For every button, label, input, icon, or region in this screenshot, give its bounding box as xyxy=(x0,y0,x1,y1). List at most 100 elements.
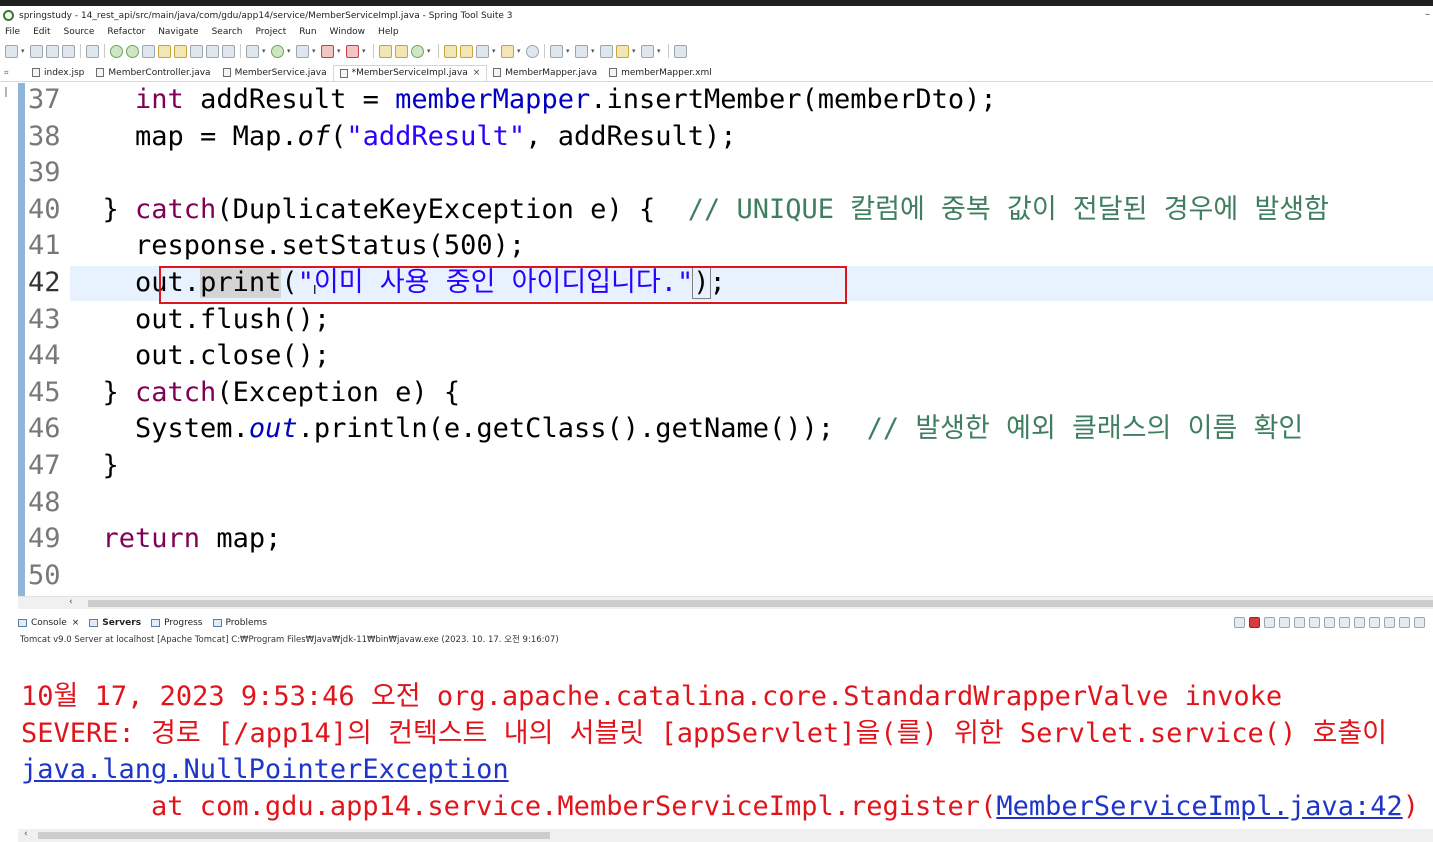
skip-breakpoints-icon[interactable] xyxy=(86,44,99,58)
editor-tab[interactable]: *MemberServiceImpl.java × xyxy=(332,64,488,81)
editor-tab[interactable]: index.jsp xyxy=(26,65,90,81)
menu-source[interactable]: Source xyxy=(64,27,95,37)
editor-tab[interactable]: MemberController.java xyxy=(90,65,216,81)
code-editor[interactable]: 37 int addResult = memberMapper.insertMe… xyxy=(0,83,1433,596)
chevron-down-icon[interactable]: ▾ xyxy=(262,47,268,55)
menu-project[interactable]: Project xyxy=(255,27,286,37)
show-on-output-icon[interactable] xyxy=(1339,617,1350,628)
scroll-left-icon[interactable]: ‹ xyxy=(69,597,73,607)
scroll-left-icon[interactable]: ‹ xyxy=(24,829,28,839)
code-line: 38 map = Map.of("addResult", addResult); xyxy=(0,119,1433,156)
refresh-icon[interactable] xyxy=(1234,617,1245,628)
line-number: 47 xyxy=(28,450,61,481)
menu-file[interactable]: File xyxy=(5,27,20,37)
globe-icon[interactable] xyxy=(526,44,539,58)
menu-run[interactable]: Run xyxy=(299,27,316,37)
menu-search[interactable]: Search xyxy=(212,27,243,37)
paragraph-icon[interactable] xyxy=(222,44,235,58)
new-package-icon[interactable] xyxy=(379,44,392,58)
editor-tab[interactable]: MemberService.java xyxy=(217,65,333,81)
scrollbar-thumb[interactable] xyxy=(88,600,1433,607)
code-text: return map; xyxy=(70,521,282,558)
chevron-down-icon[interactable]: ▾ xyxy=(657,47,663,55)
code-line: 46 System.out.println(e.getClass().getNa… xyxy=(0,411,1433,448)
menu-edit[interactable]: Edit xyxy=(33,27,50,37)
chevron-down-icon[interactable]: ▾ xyxy=(591,47,597,55)
file-icon xyxy=(32,68,40,77)
editor-horizontal-scrollbar[interactable]: ‹ xyxy=(18,596,1433,609)
forward-icon[interactable] xyxy=(641,44,654,58)
stop-icon[interactable] xyxy=(321,44,334,58)
debug-icon[interactable] xyxy=(246,44,259,58)
menu-refactor[interactable]: Refactor xyxy=(107,27,145,37)
menu-navigate[interactable]: Navigate xyxy=(158,27,198,37)
clear-console-icon[interactable] xyxy=(1294,617,1305,628)
open-folder-icon[interactable] xyxy=(460,44,473,58)
wand-icon[interactable] xyxy=(174,44,187,58)
maximize-view-icon[interactable] xyxy=(1414,617,1425,628)
chevron-down-icon[interactable]: ▾ xyxy=(566,47,572,55)
external-tools-icon[interactable] xyxy=(296,44,309,58)
close-icon[interactable]: × xyxy=(72,618,80,628)
save-icon[interactable] xyxy=(30,44,43,58)
scroll-lock-icon[interactable] xyxy=(1309,617,1320,628)
toolbar-separator xyxy=(80,44,81,58)
display-console-icon[interactable] xyxy=(1369,617,1380,628)
pin-console-icon[interactable] xyxy=(1354,617,1365,628)
chevron-down-icon[interactable]: ▾ xyxy=(337,47,343,55)
open-console-icon[interactable] xyxy=(1384,617,1395,628)
open-type-hierarchy-icon[interactable] xyxy=(444,44,457,58)
java-file-icon xyxy=(96,68,105,77)
new-class-icon[interactable] xyxy=(395,44,408,58)
new-icon[interactable] xyxy=(5,44,18,58)
start-server-icon[interactable] xyxy=(126,44,139,58)
next-annotation-icon[interactable] xyxy=(550,44,563,58)
close-icon[interactable]: × xyxy=(473,68,481,78)
chevron-down-icon[interactable]: ▾ xyxy=(287,47,293,55)
new-wizard-icon[interactable] xyxy=(411,44,424,58)
open-type-icon[interactable] xyxy=(206,44,219,58)
console-tab-problems[interactable]: Problems xyxy=(212,618,267,628)
toolbar-separator xyxy=(438,44,439,58)
previous-annotation-icon[interactable] xyxy=(575,44,588,58)
open-perspective-icon[interactable] xyxy=(674,44,687,58)
console-link[interactable]: MemberServiceImpl.java:42 xyxy=(996,791,1402,822)
back-icon[interactable] xyxy=(616,44,629,58)
chevron-down-icon[interactable]: ▾ xyxy=(312,47,318,55)
console-tab-servers[interactable]: Servers xyxy=(89,618,141,628)
deploy-icon[interactable] xyxy=(346,44,359,58)
debug-server-icon[interactable] xyxy=(110,44,123,58)
word-wrap-icon[interactable] xyxy=(1324,617,1335,628)
code-text: map = Map.of("addResult", addResult); xyxy=(70,119,736,156)
last-edit-icon[interactable] xyxy=(600,44,613,58)
remove-all-icon[interactable] xyxy=(1279,617,1290,628)
remove-launch-icon[interactable] xyxy=(1264,617,1275,628)
save-all-icon[interactable] xyxy=(46,44,59,58)
editor-tab[interactable]: MemberMapper.java xyxy=(487,65,603,81)
run-icon[interactable] xyxy=(271,44,284,58)
chevron-down-icon[interactable]: ▾ xyxy=(427,47,433,55)
console-tab-progress[interactable]: Progress xyxy=(151,618,203,628)
editor-tab[interactable]: memberMapper.xml xyxy=(603,65,718,81)
scrollbar-thumb[interactable] xyxy=(38,832,550,839)
menu-window[interactable]: Window xyxy=(330,27,366,37)
menu-help[interactable]: Help xyxy=(378,27,399,37)
spring-icon[interactable] xyxy=(158,44,171,58)
minimize-view-icon[interactable] xyxy=(1399,617,1410,628)
chevron-down-icon[interactable]: ▾ xyxy=(21,47,27,55)
minimize-button[interactable]: – xyxy=(1425,9,1430,20)
console-tab-console[interactable]: Console × xyxy=(18,618,79,628)
console-horizontal-scrollbar[interactable]: ‹ xyxy=(18,829,1433,842)
console-link[interactable]: java.lang.NullPointerException xyxy=(21,754,509,785)
annotation-icon[interactable] xyxy=(501,44,514,58)
tab-list-icon[interactable]: ⌗ xyxy=(4,68,26,78)
print-icon[interactable] xyxy=(62,44,75,58)
chevron-down-icon[interactable]: ▾ xyxy=(632,47,638,55)
stop-server-icon[interactable] xyxy=(142,44,155,58)
chevron-down-icon[interactable]: ▾ xyxy=(492,47,498,55)
chevron-down-icon[interactable]: ▾ xyxy=(517,47,523,55)
search-icon[interactable] xyxy=(190,44,203,58)
chevron-down-icon[interactable]: ▾ xyxy=(362,47,368,55)
pen-icon[interactable] xyxy=(476,44,489,58)
terminate-icon[interactable] xyxy=(1249,617,1260,628)
